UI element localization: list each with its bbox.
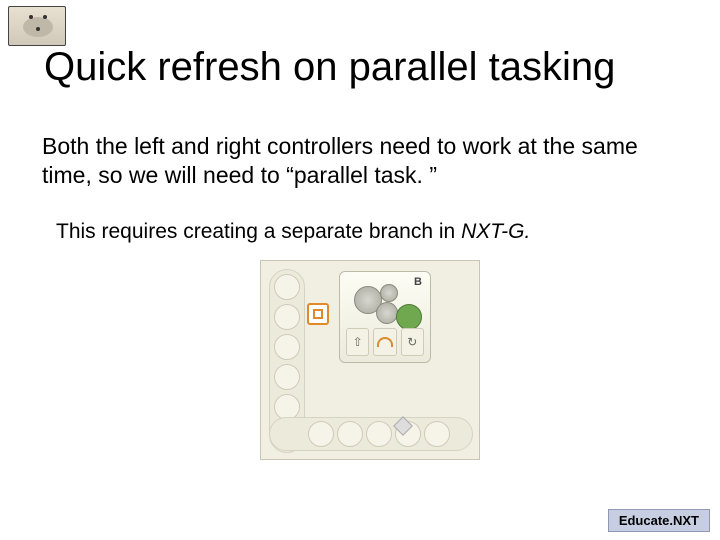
motor-block-params: ⇧ ↻ xyxy=(346,328,424,356)
para2-emphasis: NXT-G. xyxy=(461,220,530,243)
beam-slot xyxy=(366,421,392,447)
beam-slot xyxy=(274,274,300,300)
footer-badge: Educate.NXT xyxy=(608,509,710,532)
para2-text: This requires creating a separate branch… xyxy=(56,220,461,243)
gear-icon xyxy=(376,302,398,324)
body-paragraph-1: Both the left and right controllers need… xyxy=(42,132,660,190)
body-paragraph-2: This requires creating a separate branch… xyxy=(56,220,530,244)
beam-slot xyxy=(274,304,300,330)
beam-slot xyxy=(424,421,450,447)
motor-block: B ⇧ ↻ xyxy=(339,271,431,363)
beam-slot xyxy=(308,421,334,447)
beam-slot xyxy=(337,421,363,447)
start-block-icon xyxy=(307,303,329,325)
power-gauge-icon xyxy=(373,328,396,356)
direction-indicator-icon xyxy=(396,304,422,330)
beam-slot xyxy=(274,334,300,360)
duration-icon: ↻ xyxy=(401,328,424,356)
slide-title: Quick refresh on parallel tasking xyxy=(44,45,615,90)
sequence-beam-horizontal xyxy=(269,417,473,451)
motor-port-label: B xyxy=(414,276,422,288)
logo-icon xyxy=(8,6,66,46)
beam-slot xyxy=(274,364,300,390)
gear-icon xyxy=(380,284,398,302)
direction-up-icon: ⇧ xyxy=(346,328,369,356)
nxtg-diagram: B ⇧ ↻ xyxy=(260,260,480,460)
